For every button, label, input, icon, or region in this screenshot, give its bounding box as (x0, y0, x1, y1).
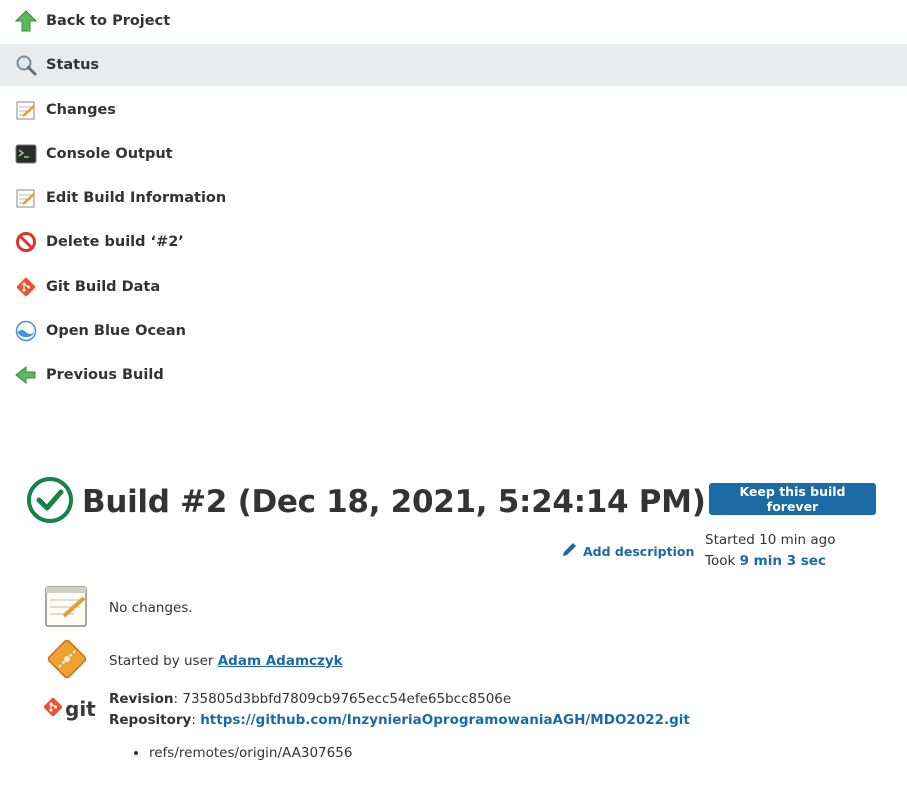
sidebar: Back to Project Status Changes Console O… (0, 0, 907, 399)
sidebar-item-back-to-project[interactable]: Back to Project (0, 0, 907, 42)
sidebar-item-label: Git Build Data (46, 278, 161, 295)
add-description-link[interactable]: Add description (561, 540, 694, 562)
started-by-prefix: Started by user (109, 653, 218, 669)
git-info: Revision: 735805d3bbfd7809cb9765ecc54efe… (109, 689, 690, 731)
magnifier-icon (14, 53, 38, 77)
started-time: Started 10 min ago (705, 532, 836, 548)
up-arrow-icon (14, 9, 38, 33)
git-icon (14, 275, 38, 299)
repository-link[interactable]: https://github.com/InzynieriaOprogramowa… (200, 712, 690, 728)
sidebar-item-label: Delete build ‘#2’ (46, 234, 184, 251)
no-entry-icon (14, 230, 38, 254)
sidebar-item-label: Open Blue Ocean (46, 323, 187, 340)
notepad-icon (14, 186, 38, 210)
sidebar-item-console-output[interactable]: Console Output (0, 133, 907, 175)
sidebar-item-previous-build[interactable]: Previous Build (0, 354, 907, 396)
repository-line: Repository: https://github.com/Inzynieri… (109, 712, 690, 728)
user-link[interactable]: Adam Adamczyk (218, 653, 343, 669)
sidebar-item-label: Status (46, 57, 100, 74)
revision-value: 735805d3bbfd7809cb9765ecc54efe65bcc8506e (182, 691, 512, 707)
keep-build-forever-button[interactable]: Keep this build forever (709, 483, 876, 515)
sidebar-item-label: Back to Project (46, 13, 171, 29)
add-description-label: Add description (583, 543, 695, 559)
sidebar-item-label: Previous Build (46, 367, 164, 384)
started-by-row: Started by user Adam Adamczyk (44, 636, 343, 686)
revision-label: Revision (109, 691, 174, 707)
build-duration: Took 9 min 3 sec (705, 553, 826, 569)
notepad-icon (14, 98, 38, 122)
sidebar-item-delete-build[interactable]: Delete build ‘#2’ (0, 221, 907, 263)
duration-link[interactable]: 9 min 3 sec (740, 553, 826, 569)
user-cause-icon (44, 636, 90, 686)
git-logo-icon (42, 696, 64, 722)
sidebar-item-git-build-data[interactable]: Git Build Data (0, 266, 907, 308)
refs-list: refs/remotes/origin/AA307656 (109, 745, 352, 761)
git-logo: git (42, 696, 96, 722)
terminal-icon (14, 142, 38, 166)
left-arrow-icon (14, 363, 38, 387)
sidebar-item-label: Edit Build Information (46, 190, 227, 207)
sidebar-item-changes[interactable]: Changes (0, 89, 907, 131)
notepad-icon (44, 584, 90, 632)
git-logo-text: git (65, 697, 96, 721)
blue-ocean-icon (14, 319, 38, 343)
sidebar-item-label: Console Output (46, 145, 173, 162)
sidebar-item-status[interactable]: Status (0, 44, 907, 87)
sidebar-item-open-blue-ocean[interactable]: Open Blue Ocean (0, 310, 907, 352)
list-item: refs/remotes/origin/AA307656 (149, 745, 352, 761)
page-title: Build #2 (Dec 18, 2021, 5:24:14 PM) (82, 484, 706, 520)
repository-label: Repository (109, 712, 192, 728)
changes-row: No changes. (44, 584, 193, 632)
started-by-text: Started by user Adam Adamczyk (109, 653, 343, 669)
pencil-icon (561, 540, 579, 562)
build-header: Build #2 (Dec 18, 2021, 5:24:14 PM) (26, 476, 706, 528)
took-prefix: Took (705, 553, 740, 569)
sidebar-item-edit-build-information[interactable]: Edit Build Information (0, 177, 907, 219)
revision-line: Revision: 735805d3bbfd7809cb9765ecc54efe… (109, 691, 512, 707)
success-check-icon (26, 476, 74, 528)
no-changes-text: No changes. (109, 600, 193, 616)
sidebar-item-label: Changes (46, 101, 116, 118)
